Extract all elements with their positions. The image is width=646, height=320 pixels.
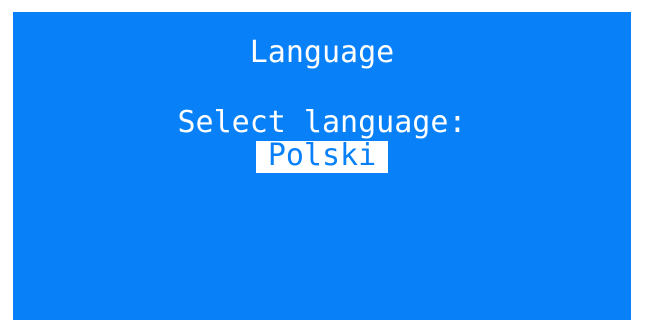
- select-language-prompt: Select language:: [177, 105, 467, 140]
- language-screen: Language Select language: Polski: [13, 12, 631, 320]
- language-option-row: Polski: [13, 141, 631, 173]
- language-option-selected[interactable]: Polski: [255, 141, 389, 173]
- screen-title: Language: [249, 35, 395, 70]
